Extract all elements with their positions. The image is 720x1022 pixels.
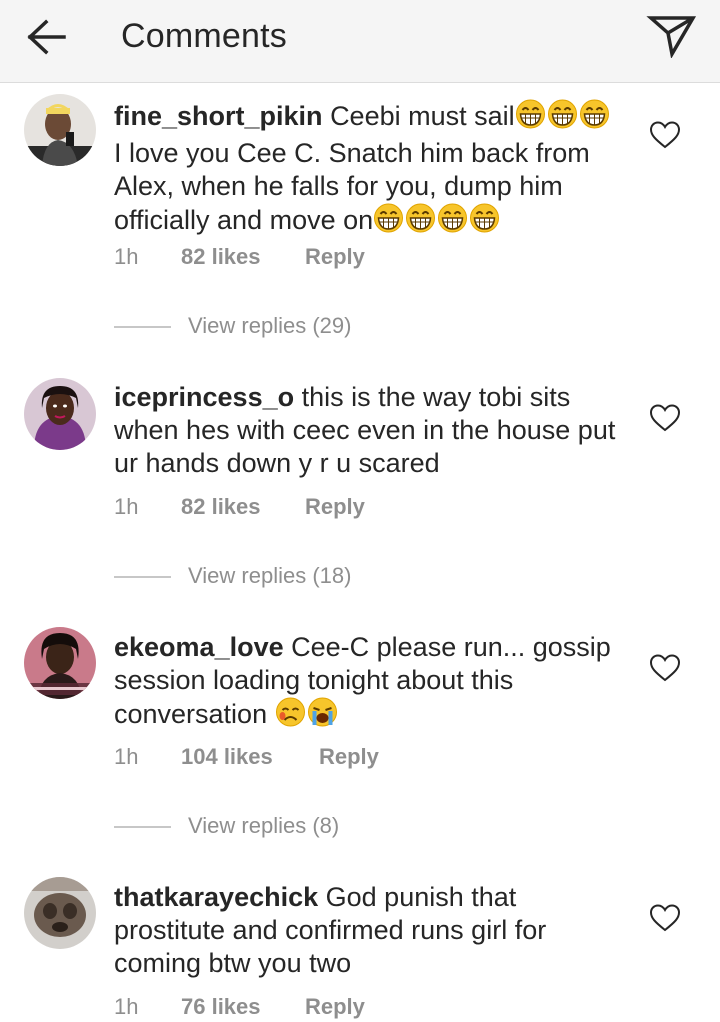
grinning-emoji-icon bbox=[469, 203, 500, 233]
comment-username[interactable]: ekeoma_love bbox=[114, 632, 284, 662]
heart-icon bbox=[650, 121, 680, 148]
view-replies-link[interactable]: View replies (18) bbox=[188, 561, 351, 591]
grin-emoji-group bbox=[373, 203, 501, 241]
replies-divider bbox=[114, 326, 171, 328]
view-replies-link[interactable]: View replies (8) bbox=[188, 811, 339, 841]
reply-button[interactable]: Reply bbox=[305, 493, 365, 521]
back-button[interactable] bbox=[22, 14, 76, 60]
comment-time: 1h bbox=[114, 244, 139, 269]
grinning-emoji-icon bbox=[405, 203, 436, 233]
replies-divider bbox=[114, 826, 171, 828]
grinning-emoji-icon bbox=[373, 203, 404, 233]
comment-text: fine_short_pikin Ceebi must sail I love … bbox=[114, 99, 624, 241]
comment-message: Ceebi must sail bbox=[330, 101, 515, 131]
heart-icon bbox=[650, 654, 680, 681]
heart-icon bbox=[650, 404, 680, 431]
comment-text: iceprincess_o this is the way tobi sits … bbox=[114, 381, 624, 480]
sad-relieved-emoji-icon bbox=[275, 697, 305, 727]
like-button[interactable] bbox=[650, 654, 680, 682]
comment-text: thatkarayechick God punish that prostitu… bbox=[114, 881, 624, 980]
arrow-left-icon bbox=[27, 19, 66, 55]
emoji-group bbox=[275, 697, 339, 735]
page-title: Comments bbox=[121, 17, 287, 55]
share-button[interactable] bbox=[646, 10, 698, 59]
view-replies-link[interactable]: View replies (29) bbox=[188, 311, 351, 341]
comment-username[interactable]: fine_short_pikin bbox=[114, 101, 323, 131]
loudly-crying-emoji-icon bbox=[307, 697, 337, 727]
paper-plane-icon bbox=[646, 16, 697, 59]
comment-username[interactable]: thatkarayechick bbox=[114, 882, 318, 912]
likes-count[interactable]: 82 likes bbox=[181, 243, 261, 271]
comment-text: ekeoma_love Cee-C please run... gossip s… bbox=[114, 631, 624, 735]
reply-button[interactable]: Reply bbox=[305, 243, 365, 271]
comment-time: 1h bbox=[114, 744, 139, 769]
comment-message-continued: I love you Cee C. Snatch him back from A… bbox=[114, 138, 590, 235]
heart-icon bbox=[650, 904, 680, 931]
avatar[interactable] bbox=[24, 378, 96, 450]
reply-button[interactable]: Reply bbox=[305, 993, 365, 1021]
likes-count[interactable]: 76 likes bbox=[181, 993, 261, 1021]
likes-count[interactable]: 104 likes bbox=[181, 743, 273, 771]
avatar[interactable] bbox=[24, 877, 96, 949]
like-button[interactable] bbox=[650, 904, 680, 932]
grinning-emoji-icon bbox=[437, 203, 468, 233]
comment-time: 1h bbox=[114, 494, 139, 519]
grin-emoji-group bbox=[515, 99, 611, 137]
comment-username[interactable]: iceprincess_o bbox=[114, 382, 294, 412]
avatar[interactable] bbox=[24, 627, 96, 699]
replies-divider bbox=[114, 576, 171, 578]
like-button[interactable] bbox=[650, 121, 680, 149]
grinning-emoji-icon bbox=[547, 99, 578, 129]
like-button[interactable] bbox=[650, 404, 680, 432]
comment-time: 1h bbox=[114, 994, 139, 1019]
likes-count[interactable]: 82 likes bbox=[181, 493, 261, 521]
reply-button[interactable]: Reply bbox=[319, 743, 379, 771]
grinning-emoji-icon bbox=[515, 99, 546, 129]
grinning-emoji-icon bbox=[579, 99, 610, 129]
avatar[interactable] bbox=[24, 94, 96, 166]
app-header: Comments bbox=[0, 0, 720, 83]
